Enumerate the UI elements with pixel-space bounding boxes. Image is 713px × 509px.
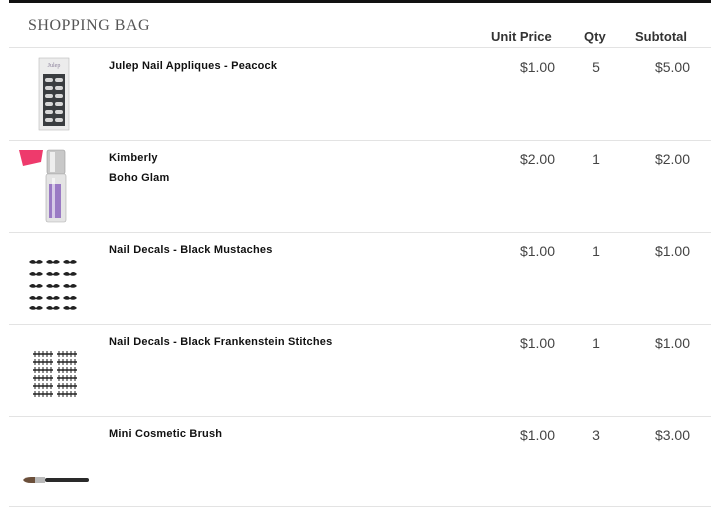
subtotal: $2.00	[654, 151, 690, 167]
stitch-decals-icon[interactable]	[19, 332, 89, 408]
unit-price: $1.00	[519, 427, 555, 443]
mustache-decals-icon[interactable]	[19, 240, 89, 316]
column-header-qty: Qty	[584, 29, 606, 44]
product-name[interactable]: Nail Decals - Black Frankenstein Stitche…	[109, 336, 332, 348]
unit-price: $1.00	[519, 59, 555, 75]
subtotal: $1.00	[654, 243, 690, 259]
table-row: Kimberly Boho Glam $2.00 1 $2.00	[9, 140, 711, 232]
table-row: Julep Julep Nail Appliques - Peacock $1.…	[9, 48, 711, 140]
divider	[9, 506, 711, 507]
product-variant: Boho Glam	[109, 172, 170, 184]
svg-text:Julep: Julep	[48, 63, 61, 69]
page-title: SHOPPING BAG	[28, 17, 151, 34]
column-header-unit-price: Unit Price	[491, 29, 552, 44]
unit-price: $1.00	[519, 243, 555, 259]
nail-polish-bottle-icon[interactable]	[19, 148, 89, 224]
quantity: 5	[592, 59, 600, 75]
column-header-subtotal: Subtotal	[635, 29, 687, 44]
subtotal: $1.00	[654, 335, 690, 351]
quantity: 1	[592, 243, 600, 259]
table-row: Nail Decals - Black Mustaches $1.00 1 $1…	[9, 232, 711, 324]
product-name[interactable]: Mini Cosmetic Brush	[109, 428, 222, 440]
quantity: 3	[592, 427, 600, 443]
unit-price: $2.00	[519, 151, 555, 167]
shopping-bag-panel: SHOPPING BAG Unit Price Qty Subtotal Jul…	[9, 3, 711, 507]
product-name[interactable]: Nail Decals - Black Mustaches	[109, 244, 273, 256]
product-name[interactable]: Kimberly	[109, 152, 158, 164]
table-row: Mini Cosmetic Brush $1.00 3 $3.00	[9, 416, 711, 508]
nail-appliques-card-icon[interactable]: Julep	[19, 56, 89, 132]
unit-price: $1.00	[519, 335, 555, 351]
subtotal: $5.00	[654, 59, 690, 75]
product-name[interactable]: Julep Nail Appliques - Peacock	[109, 60, 277, 72]
subtotal: $3.00	[654, 427, 690, 443]
table-row: Nail Decals - Black Frankenstein Stitche…	[9, 324, 711, 416]
quantity: 1	[592, 151, 600, 167]
cosmetic-brush-icon[interactable]	[19, 424, 89, 500]
quantity: 1	[592, 335, 600, 351]
